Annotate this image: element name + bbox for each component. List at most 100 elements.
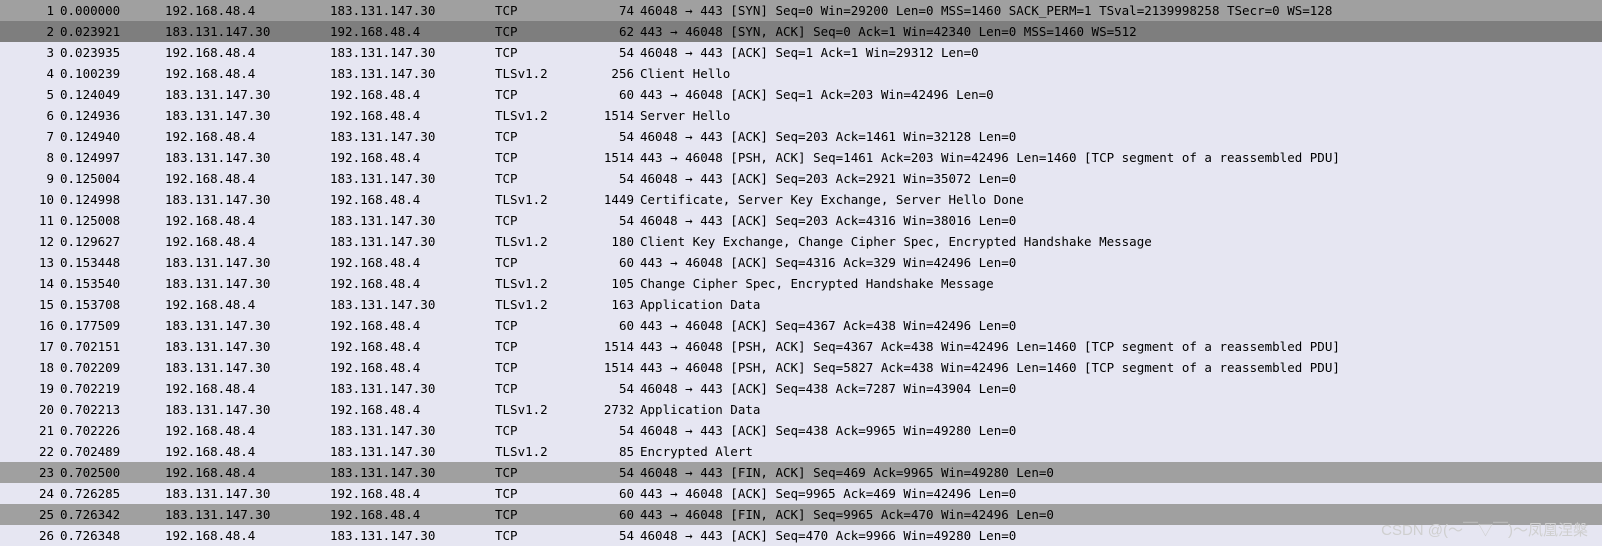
- col-time: 0.125004: [60, 168, 165, 189]
- col-info: 443 → 46048 [ACK] Seq=4316 Ack=329 Win=4…: [638, 252, 1602, 273]
- col-info: 46048 → 443 [ACK] Seq=438 Ack=7287 Win=4…: [638, 378, 1602, 399]
- col-protocol: TCP: [495, 84, 590, 105]
- col-dest: 183.131.147.30: [330, 231, 495, 252]
- col-no: 19: [0, 378, 60, 399]
- col-protocol: TCP: [495, 336, 590, 357]
- col-length: 62: [590, 21, 638, 42]
- col-protocol: TLSv1.2: [495, 273, 590, 294]
- col-dest: 192.168.48.4: [330, 252, 495, 273]
- packet-row[interactable]: 30.023935192.168.48.4183.131.147.30TCP54…: [0, 42, 1602, 63]
- col-info: 46048 → 443 [ACK] Seq=438 Ack=9965 Win=4…: [638, 420, 1602, 441]
- col-no: 21: [0, 420, 60, 441]
- packet-row[interactable]: 90.125004192.168.48.4183.131.147.30TCP54…: [0, 168, 1602, 189]
- col-no: 2: [0, 21, 60, 42]
- col-info: 443 → 46048 [ACK] Seq=1 Ack=203 Win=4249…: [638, 84, 1602, 105]
- col-source: 183.131.147.30: [165, 357, 330, 378]
- col-dest: 192.168.48.4: [330, 336, 495, 357]
- col-dest: 183.131.147.30: [330, 420, 495, 441]
- col-time: 0.153708: [60, 294, 165, 315]
- packet-row[interactable]: 70.124940192.168.48.4183.131.147.30TCP54…: [0, 126, 1602, 147]
- col-no: 22: [0, 441, 60, 462]
- col-protocol: TCP: [495, 168, 590, 189]
- packet-row[interactable]: 20.023921183.131.147.30192.168.48.4TCP62…: [0, 21, 1602, 42]
- col-time: 0.124936: [60, 105, 165, 126]
- col-dest: 192.168.48.4: [330, 105, 495, 126]
- packet-row[interactable]: 260.726348192.168.48.4183.131.147.30TCP5…: [0, 525, 1602, 546]
- packet-row[interactable]: 40.100239192.168.48.4183.131.147.30TLSv1…: [0, 63, 1602, 84]
- col-info: 46048 → 443 [ACK] Seq=203 Ack=4316 Win=3…: [638, 210, 1602, 231]
- col-source: 183.131.147.30: [165, 315, 330, 336]
- col-protocol: TLSv1.2: [495, 63, 590, 84]
- packet-row[interactable]: 200.702213183.131.147.30192.168.48.4TLSv…: [0, 399, 1602, 420]
- col-no: 26: [0, 525, 60, 546]
- col-length: 60: [590, 252, 638, 273]
- col-dest: 183.131.147.30: [330, 168, 495, 189]
- col-dest: 192.168.48.4: [330, 399, 495, 420]
- packet-row[interactable]: 50.124049183.131.147.30192.168.48.4TCP60…: [0, 84, 1602, 105]
- col-time: 0.153448: [60, 252, 165, 273]
- col-length: 54: [590, 210, 638, 231]
- col-protocol: TCP: [495, 525, 590, 546]
- col-info: Server Hello: [638, 105, 1602, 126]
- col-source: 183.131.147.30: [165, 84, 330, 105]
- col-source: 183.131.147.30: [165, 21, 330, 42]
- col-no: 15: [0, 294, 60, 315]
- packet-row[interactable]: 140.153540183.131.147.30192.168.48.4TLSv…: [0, 273, 1602, 294]
- packet-row[interactable]: 10.000000192.168.48.4183.131.147.30TCP74…: [0, 0, 1602, 21]
- packet-row[interactable]: 160.177509183.131.147.30192.168.48.4TCP6…: [0, 315, 1602, 336]
- packet-row[interactable]: 110.125008192.168.48.4183.131.147.30TCP5…: [0, 210, 1602, 231]
- packet-row[interactable]: 120.129627192.168.48.4183.131.147.30TLSv…: [0, 231, 1602, 252]
- col-dest: 183.131.147.30: [330, 378, 495, 399]
- col-dest: 192.168.48.4: [330, 189, 495, 210]
- packet-row[interactable]: 210.702226192.168.48.4183.131.147.30TCP5…: [0, 420, 1602, 441]
- col-time: 0.702219: [60, 378, 165, 399]
- packet-row[interactable]: 170.702151183.131.147.30192.168.48.4TCP1…: [0, 336, 1602, 357]
- col-length: 54: [590, 525, 638, 546]
- col-length: 60: [590, 504, 638, 525]
- packet-row[interactable]: 60.124936183.131.147.30192.168.48.4TLSv1…: [0, 105, 1602, 126]
- col-length: 74: [590, 0, 638, 21]
- col-protocol: TCP: [495, 21, 590, 42]
- col-info: Client Hello: [638, 63, 1602, 84]
- packet-row[interactable]: 250.726342183.131.147.30192.168.48.4TCP6…: [0, 504, 1602, 525]
- packet-row[interactable]: 240.726285183.131.147.30192.168.48.4TCP6…: [0, 483, 1602, 504]
- packet-row[interactable]: 130.153448183.131.147.30192.168.48.4TCP6…: [0, 252, 1602, 273]
- packet-list[interactable]: 10.000000192.168.48.4183.131.147.30TCP74…: [0, 0, 1602, 546]
- col-info: 46048 → 443 [SYN] Seq=0 Win=29200 Len=0 …: [638, 0, 1602, 21]
- col-time: 0.702213: [60, 399, 165, 420]
- col-time: 0.124998: [60, 189, 165, 210]
- col-source: 192.168.48.4: [165, 231, 330, 252]
- col-protocol: TCP: [495, 252, 590, 273]
- packet-row[interactable]: 190.702219192.168.48.4183.131.147.30TCP5…: [0, 378, 1602, 399]
- col-protocol: TLSv1.2: [495, 441, 590, 462]
- col-dest: 183.131.147.30: [330, 63, 495, 84]
- col-length: 85: [590, 441, 638, 462]
- col-info: Change Cipher Spec, Encrypted Handshake …: [638, 273, 1602, 294]
- packet-row[interactable]: 150.153708192.168.48.4183.131.147.30TLSv…: [0, 294, 1602, 315]
- col-source: 183.131.147.30: [165, 504, 330, 525]
- col-info: Application Data: [638, 294, 1602, 315]
- col-protocol: TCP: [495, 210, 590, 231]
- col-source: 192.168.48.4: [165, 126, 330, 147]
- col-length: 54: [590, 126, 638, 147]
- col-info: Application Data: [638, 399, 1602, 420]
- col-no: 6: [0, 105, 60, 126]
- packet-row[interactable]: 220.702489192.168.48.4183.131.147.30TLSv…: [0, 441, 1602, 462]
- col-dest: 183.131.147.30: [330, 126, 495, 147]
- col-time: 0.000000: [60, 0, 165, 21]
- col-no: 9: [0, 168, 60, 189]
- packet-row[interactable]: 80.124997183.131.147.30192.168.48.4TCP15…: [0, 147, 1602, 168]
- col-no: 20: [0, 399, 60, 420]
- packet-row[interactable]: 230.702500192.168.48.4183.131.147.30TCP5…: [0, 462, 1602, 483]
- col-source: 192.168.48.4: [165, 210, 330, 231]
- packet-row[interactable]: 180.702209183.131.147.30192.168.48.4TCP1…: [0, 357, 1602, 378]
- packet-row[interactable]: 100.124998183.131.147.30192.168.48.4TLSv…: [0, 189, 1602, 210]
- col-length: 1514: [590, 147, 638, 168]
- col-protocol: TCP: [495, 483, 590, 504]
- col-length: 1514: [590, 336, 638, 357]
- col-info: Certificate, Server Key Exchange, Server…: [638, 189, 1602, 210]
- col-dest: 192.168.48.4: [330, 21, 495, 42]
- col-info: 443 → 46048 [PSH, ACK] Seq=1461 Ack=203 …: [638, 147, 1602, 168]
- col-protocol: TLSv1.2: [495, 399, 590, 420]
- col-no: 13: [0, 252, 60, 273]
